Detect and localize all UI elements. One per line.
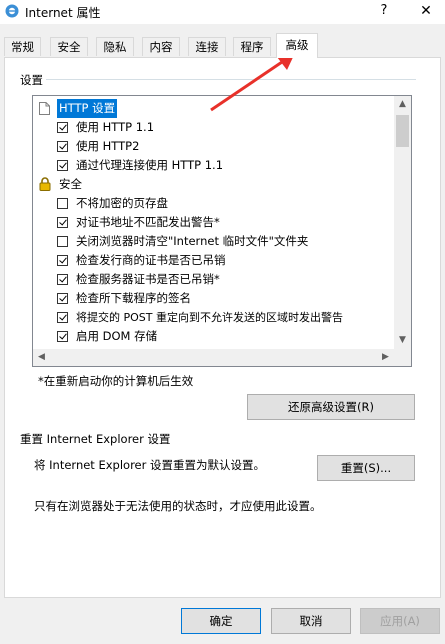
scroll-left-icon[interactable]: ◀	[33, 349, 50, 366]
vertical-scroll-thumb[interactable]	[396, 115, 409, 147]
checkbox[interactable]	[57, 312, 68, 323]
reset-heading: 重置 Internet Explorer 设置	[20, 432, 171, 446]
checkbox[interactable]	[57, 141, 68, 152]
setting-label: 检查服务器证书是否已吊销*	[76, 272, 220, 286]
checkbox[interactable]	[57, 255, 68, 266]
setting-label: 将提交的 POST 重定向到不允许发送的区域时发出警告	[76, 311, 343, 324]
window-title: Internet 属性	[25, 6, 101, 20]
scrollbar-corner	[394, 349, 411, 366]
checkbox[interactable]	[57, 236, 68, 247]
annotation-arrow-icon	[210, 53, 295, 112]
scroll-right-icon[interactable]: ▶	[377, 349, 394, 366]
settings-list[interactable]: HTTP 设置 使用 HTTP 1.1 使用 HTTP2 通过代理连接使用 HT…	[32, 95, 412, 367]
setting-label: 检查所下载程序的签名	[76, 291, 191, 305]
internet-explorer-icon	[5, 4, 19, 18]
scroll-up-icon[interactable]: ▲	[394, 96, 411, 113]
setting-label: 启用 DOM 存储	[76, 329, 158, 343]
tab-content[interactable]: 内容	[142, 37, 180, 56]
checkbox[interactable]	[57, 198, 68, 209]
help-button[interactable]: ?	[372, 1, 396, 21]
apply-button[interactable]: 应用(A)	[360, 608, 440, 634]
setting-label: 对证书地址不匹配发出警告*	[76, 215, 220, 229]
setting-label: 通过代理连接使用 HTTP 1.1	[76, 158, 224, 172]
checkbox[interactable]	[57, 274, 68, 285]
close-button[interactable]: ✕	[412, 1, 440, 21]
setting-label: 检查发行商的证书是否已吊销	[76, 253, 226, 267]
vertical-scrollbar[interactable]: ▲ ▼	[394, 96, 411, 349]
checkbox[interactable]	[57, 331, 68, 342]
settings-header-http: HTTP 设置	[57, 99, 118, 118]
settings-group-label: 设置	[20, 73, 43, 87]
setting-label: 使用 HTTP 1.1	[76, 120, 155, 134]
tab-security[interactable]: 安全	[50, 37, 88, 56]
page-icon	[39, 102, 50, 115]
checkbox[interactable]	[57, 293, 68, 304]
tab-privacy[interactable]: 隐私	[96, 37, 134, 56]
reset-note: 只有在浏览器处于无法使用的状态时，才应使用此设置。	[34, 499, 322, 513]
lock-icon	[39, 177, 51, 191]
tab-advanced[interactable]: 高级	[276, 33, 318, 58]
setting-label: 关闭浏览器时清空"Internet 临时文件"文件夹	[76, 234, 309, 248]
setting-label: 使用 HTTP2	[76, 139, 140, 153]
checkbox[interactable]	[57, 122, 68, 133]
restart-note: *在重新启动你的计算机后生效	[38, 374, 194, 388]
restore-advanced-settings-button[interactable]: 还原高级设置(R)	[247, 394, 415, 420]
scroll-down-icon[interactable]: ▼	[394, 332, 411, 349]
tab-general[interactable]: 常规	[4, 37, 41, 56]
horizontal-scrollbar[interactable]: ◀ ▶	[33, 349, 394, 366]
setting-label: 不将加密的页存盘	[76, 196, 168, 210]
ok-button[interactable]: 确定	[181, 608, 261, 634]
settings-header-security: 安全	[59, 177, 82, 191]
reset-description: 将 Internet Explorer 设置重置为默认设置。	[34, 458, 266, 472]
reset-button[interactable]: 重置(S)...	[317, 455, 415, 481]
checkbox[interactable]	[57, 160, 68, 171]
checkbox[interactable]	[57, 217, 68, 228]
cancel-button[interactable]: 取消	[271, 608, 351, 634]
